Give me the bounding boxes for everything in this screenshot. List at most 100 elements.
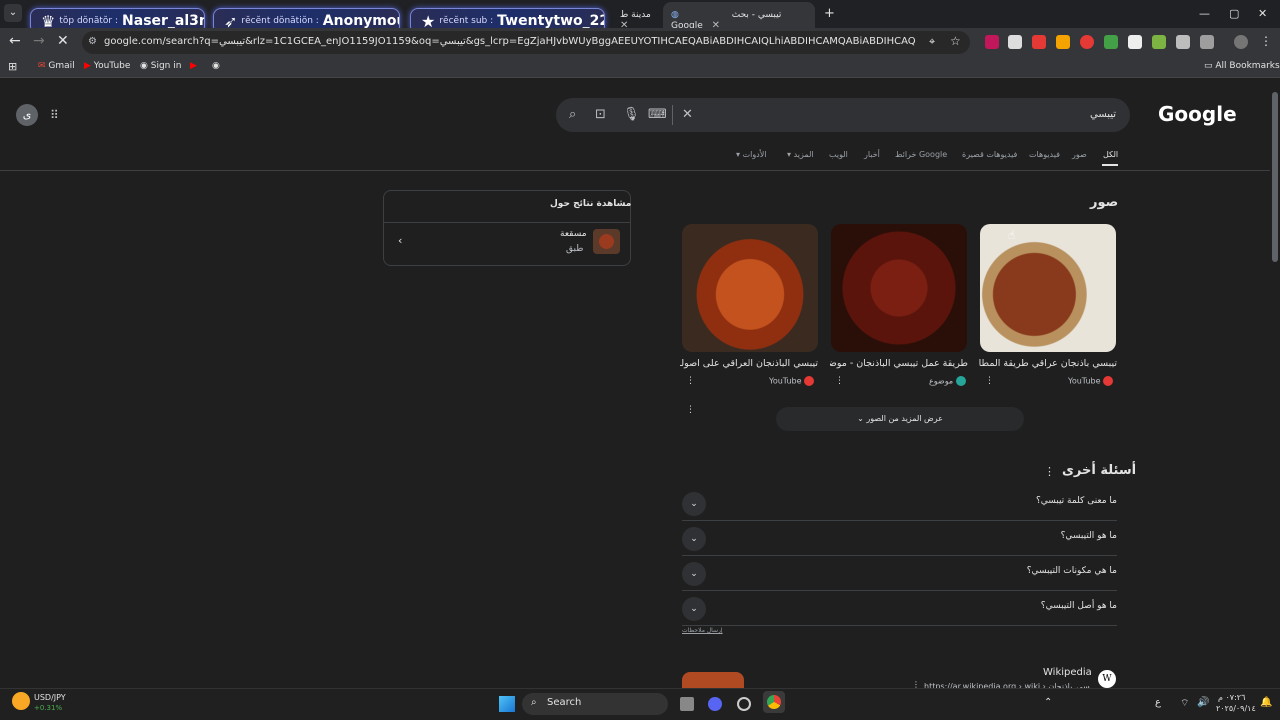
image-source[interactable]: موضوع [929,376,966,386]
site-info-icon[interactable]: ⚙ [88,36,97,47]
bookmark-gmail[interactable]: ✉ Gmail [38,61,75,71]
tab-images[interactable]: صور [1072,150,1087,159]
ticker-label[interactable]: USD/JPY [34,693,66,702]
question-row[interactable]: ما هي مكونات التيبسي؟ ⌄ [682,556,1117,591]
scrollbar-thumb[interactable] [1272,92,1278,262]
image-caption[interactable]: طريقة عمل تيبسي الباذنجان - موضوع [830,358,968,369]
google-apps-icon[interactable]: ⠿ [50,108,59,122]
tab-tools[interactable]: ▾ الأدوات [736,150,767,159]
url-text[interactable]: google.com/search?q=تيبسي&rlz=1C1GCEA_en… [104,36,916,50]
image-source[interactable]: YouTube [1068,376,1114,386]
tab-news[interactable]: أخبار [864,150,880,159]
new-tab-button[interactable]: + [824,6,835,21]
image-result[interactable] [682,224,818,352]
avatar[interactable]: ى [16,104,38,126]
question-row[interactable]: ما هو التيبسي؟ ⌄ [682,521,1117,556]
notification-icon[interactable]: 🔔 [1260,697,1272,708]
maximize-button[interactable]: ▢ [1229,7,1239,20]
overlay-name: Anonymous [322,13,399,29]
search-icon[interactable]: ⌕ [569,107,576,122]
tab-short-videos[interactable]: فيديوهات قصيرة [962,150,1017,159]
profile-icon[interactable] [1234,35,1248,49]
chevron-up-icon[interactable]: ⌃ [1044,697,1052,708]
extension-icon[interactable] [1056,35,1070,49]
image-caption[interactable]: تيبسي باذنجان عراقي طريقة المطاع... [979,358,1117,369]
more-images-button[interactable]: ⌄ عرض المزيد من الصور [776,407,1024,431]
close-window-button[interactable]: ✕ [1258,7,1267,20]
bookmark-star-icon[interactable]: ☆ [950,34,961,48]
image-source[interactable]: YouTube [769,376,815,386]
bookmark-youtube[interactable]: ▶ YouTube [84,61,130,71]
extension-icon[interactable] [1152,35,1166,49]
back-button[interactable]: ← [9,33,21,49]
wiki-menu-icon[interactable]: ⋮ [912,680,920,688]
image-menu-icon[interactable]: ⋮ [686,376,695,386]
obs-icon[interactable] [737,697,751,711]
tab-active[interactable]: ◍ تيبسي - بحث Google ✕ [663,2,815,31]
minimize-button[interactable]: — [1199,7,1210,20]
file-explorer-icon[interactable] [680,697,694,711]
image-menu-icon[interactable]: ⋮ [835,376,844,386]
chevron-down-icon[interactable]: ⌄ [682,597,706,621]
source-label: موضوع [929,376,954,386]
google-logo[interactable]: Google [1158,102,1237,126]
image-menu-icon[interactable]: ⋮ [985,376,994,386]
clear-search-icon[interactable]: ✕ [682,107,693,122]
extensions-puzzle-icon[interactable] [1200,35,1214,49]
tab-maps[interactable]: خرائط Google [895,150,947,159]
clock-time[interactable]: ٠٧:٢٦ م [1218,693,1245,702]
overlay-prefix: rĕcĕnt sub : [439,16,494,26]
all-bookmarks[interactable]: ▭ All Bookmarks [1204,61,1280,71]
bookmark-youtube-2[interactable]: ▶ [190,61,197,71]
wifi-icon[interactable]: ⌔ [1180,697,1189,710]
search-box[interactable] [556,98,1130,132]
lens-icon[interactable]: ⊡ [595,107,606,122]
menu-kebab-icon[interactable]: ⋮ [1260,34,1272,48]
chevron-down-icon[interactable]: ⌄ [682,492,706,516]
image-result[interactable] [980,224,1116,352]
bookmark-globe[interactable]: ◉ [212,61,220,71]
stop-loading-button[interactable]: ✕ [57,33,69,49]
keyboard-icon[interactable]: ⌨ [648,107,667,122]
extension-icon[interactable] [1104,35,1118,49]
microphone-icon[interactable]: 🎙 [623,107,640,122]
tab-all[interactable]: الكل [1103,150,1118,159]
image-caption[interactable]: تيبسي الباذنجان العراقي على اصوله [680,358,818,369]
extension-icon[interactable] [985,35,999,49]
discord-icon[interactable] [708,697,722,711]
chevron-down-icon[interactable]: ⌄ [682,527,706,551]
extension-icon[interactable] [1080,35,1094,49]
forward-button[interactable]: → [33,33,45,49]
chevron-down-icon[interactable]: ⌄ [682,562,706,586]
wiki-site-name[interactable]: Wikipedia [1043,667,1092,678]
search-query[interactable]: تيبسي [1090,109,1116,120]
tab-web[interactable]: الويب [829,150,848,159]
question-row[interactable]: ما معنى كلمة تيبسي؟ ⌄ [682,486,1117,521]
side-panel-item-title[interactable]: مسقعة [560,229,587,239]
image-result[interactable] [831,224,967,352]
feedback-link[interactable]: إرسال ملاحظات [682,627,723,634]
chevron-left-icon[interactable]: ‹ [398,234,402,247]
windows-start-icon[interactable] [499,696,515,712]
bookmark-signin[interactable]: ◉ Sign in [140,61,181,71]
volume-icon[interactable]: 🔊 [1197,697,1209,708]
apps-grid-icon[interactable]: ⊞ [8,60,17,73]
extension-icon[interactable] [1176,35,1190,49]
extension-icon[interactable] [1128,35,1142,49]
widgets-icon[interactable] [12,692,30,710]
taskbar-search[interactable] [522,693,668,715]
location-icon[interactable]: ⌖ [929,35,935,49]
tab-videos[interactable]: فيديوهات [1029,150,1060,159]
clock-date[interactable]: ٢٠٢٥/٠٩/١٤ [1216,704,1256,713]
question-row[interactable]: ما هو أصل التيبسي؟ ⌄ [682,591,1117,626]
images-menu-icon[interactable]: ⋮ [686,405,695,415]
extension-icon[interactable] [1032,35,1046,49]
wiki-thumbnail[interactable] [682,672,744,688]
tab-search-button[interactable]: ⌄ [4,4,22,22]
extension-icon[interactable] [1008,35,1022,49]
tab-more[interactable]: ▾ المزيد [787,150,814,159]
tab-1[interactable]: مدينة ط ✕ [612,6,662,31]
input-language[interactable]: ع [1155,697,1161,708]
paa-menu-icon[interactable]: ⋮ [1044,465,1055,478]
side-panel-thumbnail[interactable] [593,229,620,254]
